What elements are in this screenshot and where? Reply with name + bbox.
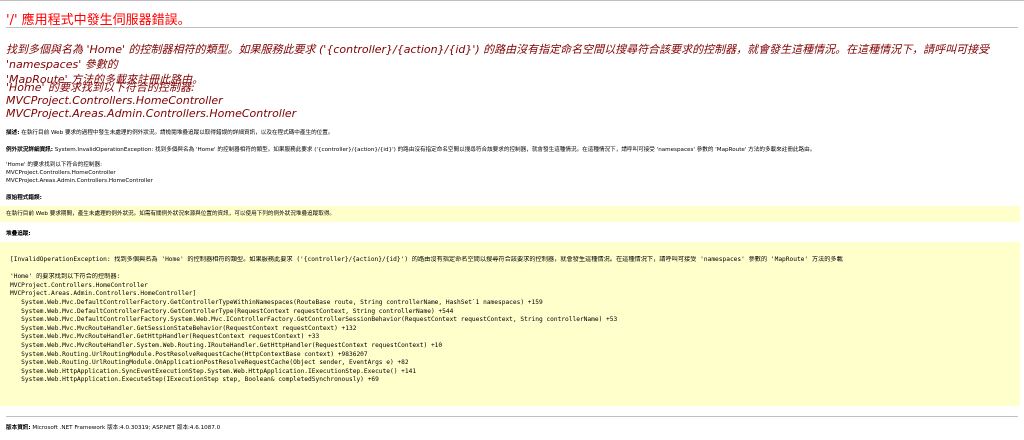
exception-details-row: 例外狀況詳細資訊: System.InvalidOperationExcepti… xyxy=(6,146,1018,154)
match-item-2: MVCProject.Areas.Admin.Controllers.HomeC… xyxy=(6,107,297,120)
source-error-box: 在執行目前 Web 要求期間，產生未處理的例外狀況。如需有關例外狀況來源與位置的… xyxy=(0,206,1020,222)
stack-line: System.Web.Mvc.DefaultControllerFactory.… xyxy=(10,307,454,315)
source-error-text: 在執行目前 Web 要求期間，產生未處理的例外狀況。如需有關例外狀況來源與位置的… xyxy=(6,211,336,217)
description-row: 描述: 在執行目前 Web 要求的過程中發生未處理的例外狀況。請檢閱堆疊追蹤以取… xyxy=(6,129,1018,137)
stack-line: System.Web.Mvc.DefaultControllerFactory.… xyxy=(10,316,618,324)
version-info-row: 版本資訊: Microsoft .NET Framework 版本:4.0.30… xyxy=(6,424,1018,432)
stack-trace-label: 堆疊追蹤: xyxy=(6,231,31,237)
stack-trace-label-row: 堆疊追蹤: xyxy=(6,230,1018,238)
error-summary-line1: 找到多個與名為 'Home' 的控制器相符的類型。如果服務此要求 ('{cont… xyxy=(6,43,990,71)
details-matches-heading: 'Home' 的要求找到以下符合的控制器: xyxy=(6,162,102,168)
stack-line: System.Web.Routing.UrlRoutingModule.OnAp… xyxy=(10,359,409,367)
matches-heading: 'Home' 的要求找到以下符合的控制器: xyxy=(6,81,195,94)
exception-details-text: System.InvalidOperationException: 找到多個與名… xyxy=(54,147,816,153)
page-title: '/' 應用程式中發生伺服器錯誤。 xyxy=(6,13,191,28)
details-match-item-1: MVCProject.Controllers.HomeController xyxy=(6,170,116,176)
match-item-1: MVCProject.Controllers.HomeController xyxy=(6,94,223,107)
stack-line: [InvalidOperationException: 找到多個與名為 'Hom… xyxy=(10,256,843,263)
version-info-label: 版本資訊: xyxy=(6,425,31,431)
stack-line: System.Web.HttpApplication.ExecuteStep(I… xyxy=(10,376,379,384)
stack-line: System.Web.Mvc.MvcRouteHandler.GetSessio… xyxy=(10,324,357,332)
stack-line: MVCProject.Controllers.HomeController xyxy=(10,281,148,289)
stack-line: System.Web.Mvc.DefaultControllerFactory.… xyxy=(10,299,543,306)
error-page: '/' 應用程式中發生伺服器錯誤。 找到多個與名為 'Home' 的控制器相符的… xyxy=(0,0,1024,440)
stack-line: 'Home' 的要求找到以下符合的控制器: xyxy=(10,273,121,281)
description-text: 在執行目前 Web 要求的過程中發生未處理的例外狀況。請檢閱堆疊追蹤以取得錯誤的… xyxy=(21,130,334,136)
stack-line: System.Web.Mvc.MvcRouteHandler.System.We… xyxy=(10,342,443,349)
stack-line: System.Web.Mvc.MvcRouteHandler.GetHttpHa… xyxy=(10,333,320,341)
version-info-text: Microsoft .NET Framework 版本:4.0.30319; A… xyxy=(32,425,221,431)
footer-divider xyxy=(6,416,1018,417)
exception-details-label: 例外狀況詳細資訊: xyxy=(6,147,53,153)
stack-line: System.Web.HttpApplication.SyncEventExec… xyxy=(10,367,417,375)
title-divider xyxy=(6,27,1018,28)
description-label: 描述: xyxy=(6,130,20,136)
stack-line: MVCProject.Areas.Admin.Controllers.HomeC… xyxy=(10,290,197,298)
source-error-label: 原始程式錯誤: xyxy=(6,195,42,201)
details-match-item-2: MVCProject.Areas.Admin.Controllers.HomeC… xyxy=(6,178,153,184)
top-border xyxy=(0,0,1024,1)
stack-trace-box: [InvalidOperationException: 找到多個與名為 'Hom… xyxy=(0,242,1020,406)
source-error-label-row: 原始程式錯誤: xyxy=(6,194,1018,202)
stack-line: System.Web.Routing.UrlRoutingModule.Post… xyxy=(10,350,368,358)
